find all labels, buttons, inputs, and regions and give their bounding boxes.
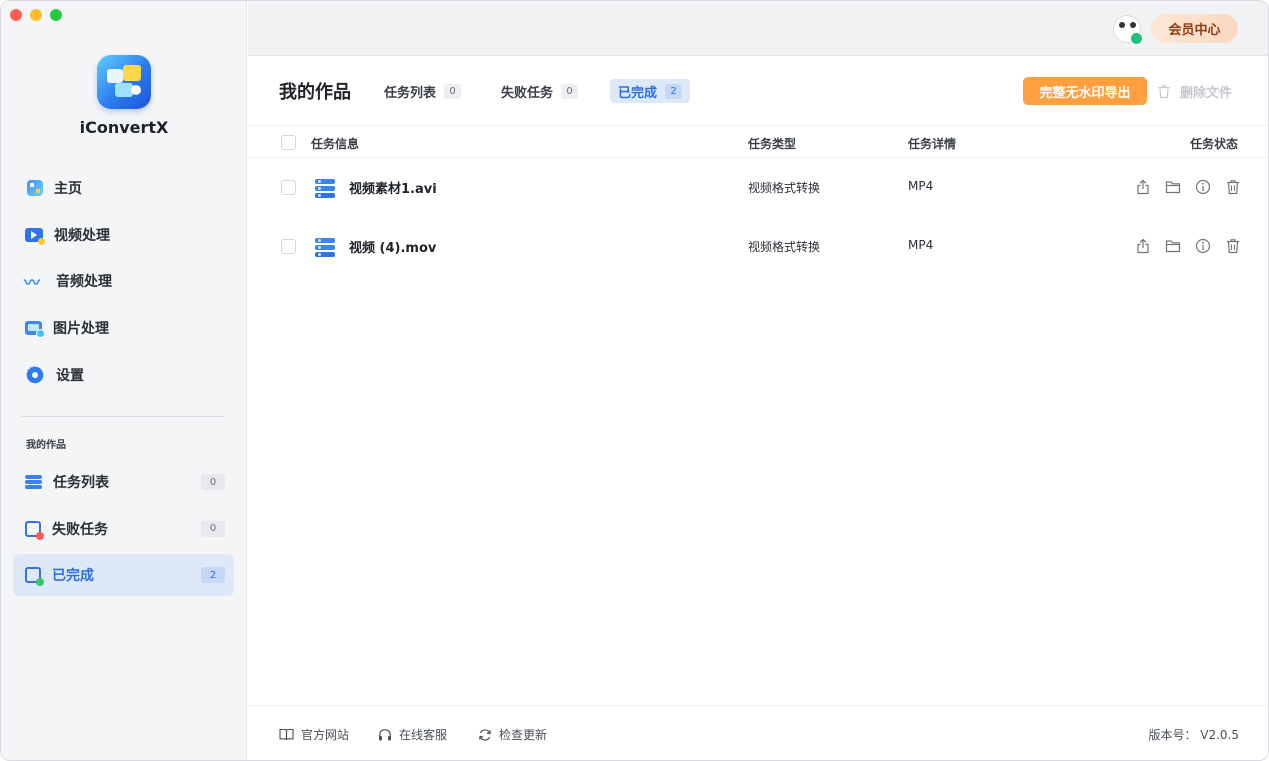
- task-type: 视频格式转换: [748, 181, 821, 195]
- online-support-label: 在线客服: [399, 728, 448, 742]
- tab-label: 已完成: [618, 85, 658, 101]
- audio-wave-icon: [24, 269, 45, 293]
- check-update-link[interactable]: 检查更新: [478, 726, 547, 743]
- works-nav: 任务列表 0 失败任务 0 已完成 2: [13, 461, 234, 601]
- sidebar: iConvertX 主页 视频处理 音频处理 图片处理 设置: [1, 1, 247, 760]
- completed-task-icon: [25, 567, 44, 587]
- tab-failed[interactable]: 失败任务 0: [493, 79, 586, 103]
- table-row[interactable]: 视频 (4).mov 视频格式转换 MP4: [248, 217, 1268, 276]
- app-logo-icon: [97, 55, 151, 109]
- task-detail: MP4: [908, 238, 934, 252]
- sidebar-item-label: 设置: [56, 367, 84, 384]
- select-all-checkbox[interactable]: [281, 135, 296, 150]
- export-no-watermark-button[interactable]: 完整无水印导出: [1023, 77, 1147, 105]
- task-type: 视频格式转换: [748, 240, 821, 254]
- row-checkbox[interactable]: [281, 239, 296, 254]
- file-task-icon: [315, 238, 335, 258]
- window-controls: [10, 9, 62, 21]
- home-icon: [27, 180, 43, 196]
- task-detail: MP4: [908, 179, 934, 193]
- failed-task-icon: [25, 520, 44, 540]
- trash-icon[interactable]: [1225, 179, 1241, 195]
- app-name: iConvertX: [79, 118, 169, 137]
- sidebar-item-label: 音频处理: [56, 274, 112, 291]
- image-icon: [25, 321, 45, 339]
- headphones-icon: [379, 728, 391, 740]
- online-support-link[interactable]: 在线客服: [378, 726, 447, 743]
- sidebar-item-settings[interactable]: 设置: [13, 354, 234, 396]
- sidebar-item-label: 主页: [54, 181, 82, 197]
- delete-files-button[interactable]: 删除文件: [1158, 81, 1232, 101]
- row-actions: [1135, 238, 1241, 254]
- tab-count-badge: 0: [561, 83, 579, 99]
- sidebar-item-completed[interactable]: 已完成 2: [13, 554, 234, 597]
- book-icon: [279, 728, 294, 741]
- count-badge: 0: [201, 474, 225, 490]
- table-row[interactable]: 视频素材1.avi 视频格式转换 MP4: [248, 158, 1268, 217]
- sidebar-item-image[interactable]: 图片处理: [13, 307, 234, 349]
- sidebar-item-home[interactable]: 主页: [13, 167, 234, 209]
- file-name: 视频 (4).mov: [349, 241, 437, 256]
- sidebar-item-label: 已完成: [52, 568, 94, 585]
- video-icon: [25, 227, 45, 245]
- official-website-label: 官方网站: [301, 728, 350, 742]
- delete-files-label: 删除文件: [1180, 85, 1233, 101]
- folder-icon[interactable]: [1165, 238, 1181, 254]
- zoom-window-button[interactable]: [50, 9, 62, 21]
- tab-label: 失败任务: [501, 85, 554, 101]
- check-update-label: 检查更新: [499, 728, 548, 742]
- vip-center-button[interactable]: 会员中心: [1151, 14, 1238, 43]
- sidebar-item-task-list[interactable]: 任务列表 0: [13, 461, 234, 503]
- sidebar-divider: [21, 416, 225, 417]
- column-header-info: 任务信息: [311, 137, 360, 151]
- app-window: iConvertX 主页 视频处理 音频处理 图片处理 设置: [0, 0, 1269, 761]
- sidebar-item-label: 任务列表: [53, 475, 109, 491]
- app-brand: iConvertX: [1, 55, 247, 137]
- share-icon[interactable]: [1135, 238, 1151, 254]
- column-header-status: 任务状态: [1189, 137, 1238, 151]
- sidebar-item-failed[interactable]: 失败任务 0: [13, 508, 234, 550]
- user-avatar[interactable]: [1113, 15, 1143, 45]
- sidebar-item-label: 视频处理: [54, 227, 110, 244]
- column-header-detail: 任务详情: [908, 137, 957, 151]
- version-label: 版本号： V2.0.5: [1148, 728, 1239, 742]
- tab-label: 任务列表: [384, 85, 437, 101]
- footer: 官方网站 在线客服 检查更新 版本号： V2.0.5: [248, 705, 1268, 760]
- trash-icon[interactable]: [1225, 238, 1241, 254]
- official-website-link[interactable]: 官方网站: [279, 726, 349, 743]
- top-bar: 会员中心: [248, 1, 1268, 56]
- count-badge: 0: [201, 520, 225, 537]
- count-badge: 2: [201, 567, 225, 584]
- info-icon[interactable]: [1195, 179, 1211, 195]
- sidebar-item-video[interactable]: 视频处理: [13, 214, 234, 256]
- row-actions: [1135, 179, 1241, 195]
- tab-task-list[interactable]: 任务列表 0: [376, 79, 469, 103]
- table-header: 任务信息 任务类型 任务详情 任务状态: [248, 125, 1268, 158]
- sidebar-section-label: 我的作品: [26, 440, 66, 451]
- minimize-window-button[interactable]: [30, 9, 42, 21]
- main-nav: 主页 视频处理 音频处理 图片处理 设置: [13, 167, 234, 400]
- gear-icon: [25, 362, 45, 386]
- row-checkbox[interactable]: [281, 180, 296, 195]
- column-header-type: 任务类型: [748, 137, 797, 151]
- sidebar-item-label: 失败任务: [52, 521, 108, 538]
- tab-completed[interactable]: 已完成 2: [610, 79, 691, 103]
- close-window-button[interactable]: [10, 9, 22, 21]
- tab-count-badge: 2: [665, 83, 683, 99]
- share-icon[interactable]: [1135, 179, 1151, 195]
- sidebar-item-audio[interactable]: 音频处理: [13, 260, 234, 302]
- file-task-icon: [315, 179, 335, 199]
- task-list-icon: [25, 474, 42, 490]
- file-name: 视频素材1.avi: [349, 182, 437, 197]
- refresh-icon: [479, 728, 491, 741]
- info-icon[interactable]: [1195, 238, 1211, 254]
- tab-count-badge: 0: [444, 83, 462, 99]
- sidebar-item-label: 图片处理: [53, 321, 109, 338]
- folder-icon[interactable]: [1165, 179, 1181, 195]
- page-title: 我的作品: [279, 82, 351, 103]
- trash-icon: [1158, 84, 1170, 98]
